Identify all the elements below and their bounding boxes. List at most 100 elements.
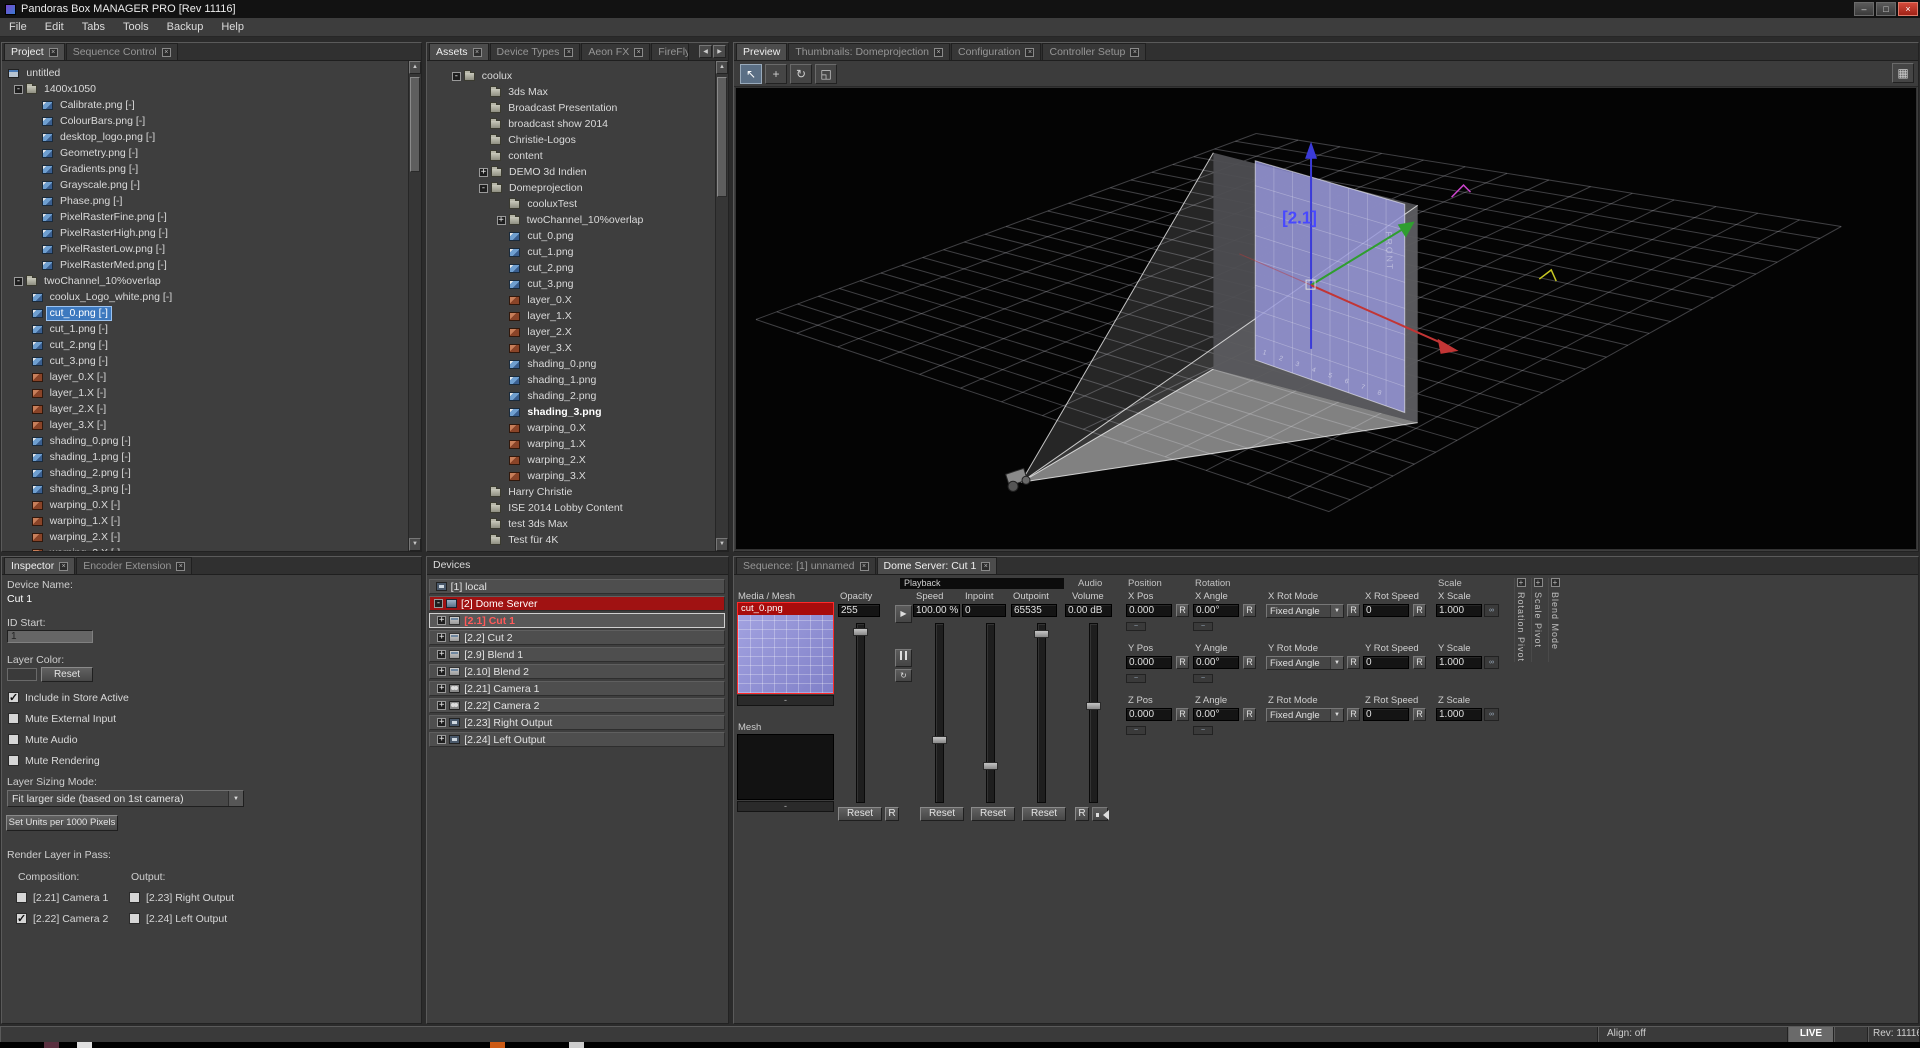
tab-close-icon[interactable]: × [473, 48, 482, 57]
tree-row[interactable]: shading_3.png [-] [2, 481, 408, 497]
rot-mode-dropdown[interactable]: Fixed Angle ▼ [1266, 604, 1344, 618]
option-row[interactable]: [2.23] Right Output [129, 887, 234, 908]
tab[interactable]: FireFly × [651, 43, 689, 60]
device-row[interactable]: + [2.10] Blend 2 [429, 664, 725, 679]
tab-scroll-right-icon[interactable]: ▶ [713, 45, 726, 58]
tree-row[interactable]: warping_3.X [427, 468, 715, 484]
tree-row[interactable]: warping_2.X [427, 452, 715, 468]
tab[interactable]: Device Types × [490, 43, 581, 60]
tree-row[interactable]: cut_0.png [-] [2, 305, 408, 321]
tree-row[interactable]: ColourBars.png [-] [2, 113, 408, 129]
tab[interactable]: Sequence Control × [66, 43, 178, 60]
pos-smoothing-icon[interactable]: ~ [1126, 622, 1146, 631]
checkbox-icon[interactable] [8, 692, 19, 703]
rot-speed-reset-button[interactable]: R [1413, 656, 1426, 669]
tree-row[interactable]: shading_0.png [427, 356, 715, 372]
option-row[interactable]: [2.21] Camera 1 [16, 887, 108, 908]
checkbox-icon[interactable] [129, 892, 140, 903]
checkbox-icon[interactable] [16, 892, 27, 903]
rot-mode-dropdown[interactable]: Fixed Angle ▼ [1266, 656, 1344, 670]
tab-close-icon[interactable]: × [981, 562, 990, 571]
tree-row[interactable]: untitled [2, 65, 408, 81]
scrollbar-thumb[interactable] [717, 77, 727, 197]
tab-close-icon[interactable]: × [934, 48, 943, 57]
layer-color-reset-button[interactable]: Reset [41, 667, 93, 682]
option-row[interactable]: [2.22] Camera 2 [16, 908, 108, 929]
tree-row[interactable]: shading_0.png [-] [2, 433, 408, 449]
angle-reset-button[interactable]: R [1243, 708, 1256, 721]
pos-reset-button[interactable]: R [1176, 604, 1189, 617]
device-row[interactable]: + [2.23] Right Output [429, 715, 725, 730]
scale-field[interactable]: 1.000 [1436, 656, 1482, 669]
tree-row[interactable]: layer_3.X [427, 340, 715, 356]
tree-row[interactable]: layer_2.X [427, 324, 715, 340]
collapsed-param-strip[interactable]: + Rotation Pivot [1514, 578, 1527, 662]
angle-field[interactable]: 0.00° [1193, 604, 1239, 617]
option-row[interactable]: Mute Audio [8, 729, 129, 750]
tab[interactable]: Encoder Extension × [76, 557, 192, 574]
tree-row[interactable]: warping_0.X [427, 420, 715, 436]
rot-speed-field[interactable]: 0 [1363, 708, 1409, 721]
fit-view-icon[interactable]: ▦ [1892, 63, 1914, 83]
pos-field[interactable]: 0.000 [1126, 708, 1172, 721]
tree-row[interactable]: Broadcast Presentation [427, 100, 715, 116]
collapsed-param-strip[interactable]: + Blend Mode [1548, 578, 1561, 662]
angle-reset-button[interactable]: R [1243, 604, 1256, 617]
assets-scrollbar[interactable]: ▲ ▼ [715, 61, 728, 551]
angle-reset-button[interactable]: R [1243, 656, 1256, 669]
tree-row[interactable]: cut_1.png [427, 244, 715, 260]
checkbox-icon[interactable] [8, 713, 19, 724]
tree-row[interactable]: warping_2.X [-] [2, 529, 408, 545]
tree-row[interactable]: cut_1.png [-] [2, 321, 408, 337]
tree-row[interactable]: cut_2.png [-] [2, 337, 408, 353]
tree-row[interactable]: cooluxTest [427, 196, 715, 212]
tab[interactable]: Aeon FX × [581, 43, 650, 60]
select-tool-icon[interactable]: ↖ [740, 64, 762, 84]
layer-color-swatch[interactable] [7, 668, 37, 681]
device-row[interactable]: + [2.9] Blend 1 [429, 647, 725, 662]
expander-toggle[interactable]: + [437, 735, 446, 744]
option-row[interactable]: [2.24] Left Output [129, 908, 234, 929]
device-row[interactable]: + [2.24] Left Output [429, 732, 725, 747]
device-row[interactable]: + [2.2] Cut 2 [429, 630, 725, 645]
expand-icon[interactable]: + [1534, 578, 1543, 587]
tree-row[interactable]: coolux_Logo_white.png [-] [2, 289, 408, 305]
tree-row[interactable]: cut_0.png [427, 228, 715, 244]
tree-row[interactable]: - coolux [427, 68, 715, 84]
rotate-tool-icon[interactable]: ↻ [790, 64, 812, 84]
checkbox-icon[interactable] [8, 734, 19, 745]
rot-mode-reset-button[interactable]: R [1347, 604, 1360, 617]
expand-icon[interactable]: + [1517, 578, 1526, 587]
expander-toggle[interactable]: + [497, 216, 506, 225]
tab-close-icon[interactable]: × [860, 562, 869, 571]
scale-link-icon[interactable]: ∞ [1484, 656, 1499, 669]
tree-row[interactable]: layer_0.X [-] [2, 369, 408, 385]
tree-row[interactable]: shading_1.png [-] [2, 449, 408, 465]
tab[interactable]: Preview × [736, 43, 787, 60]
rot-speed-field[interactable]: 0 [1363, 604, 1409, 617]
tree-row[interactable]: PixelRasterLow.png [-] [2, 241, 408, 257]
tree-row[interactable]: shading_1.png [427, 372, 715, 388]
tab-close-icon[interactable]: × [162, 48, 171, 57]
angle-field[interactable]: 0.00° [1193, 708, 1239, 721]
tab-close-icon[interactable]: × [564, 48, 573, 57]
id-start-field[interactable]: 1 [7, 630, 93, 643]
device-row[interactable]: + [2.21] Camera 1 [429, 681, 725, 696]
expander-toggle[interactable]: + [437, 701, 446, 710]
project-scrollbar[interactable]: ▲ ▼ [408, 61, 421, 551]
expander-toggle[interactable]: - [14, 277, 23, 286]
tab[interactable]: Configuration × [951, 43, 1041, 60]
tree-row[interactable]: warping_0.X [-] [2, 497, 408, 513]
menu-item[interactable]: Edit [36, 18, 73, 36]
taskbar-app-icon[interactable] [77, 1042, 92, 1048]
scale-field[interactable]: 1.000 [1436, 604, 1482, 617]
expander-toggle[interactable]: - [452, 72, 461, 81]
expander-toggle[interactable]: - [14, 85, 23, 94]
tree-row[interactable]: layer_0.X [427, 292, 715, 308]
device-row[interactable]: [1] local [429, 579, 725, 594]
expander-toggle[interactable]: - [434, 599, 443, 608]
tree-row[interactable]: + DEMO 3d Indien [427, 164, 715, 180]
inpoint-reset-button[interactable]: Reset [971, 807, 1015, 821]
tab-close-icon[interactable]: × [1130, 48, 1139, 57]
tree-row[interactable]: Calibrate.png [-] [2, 97, 408, 113]
